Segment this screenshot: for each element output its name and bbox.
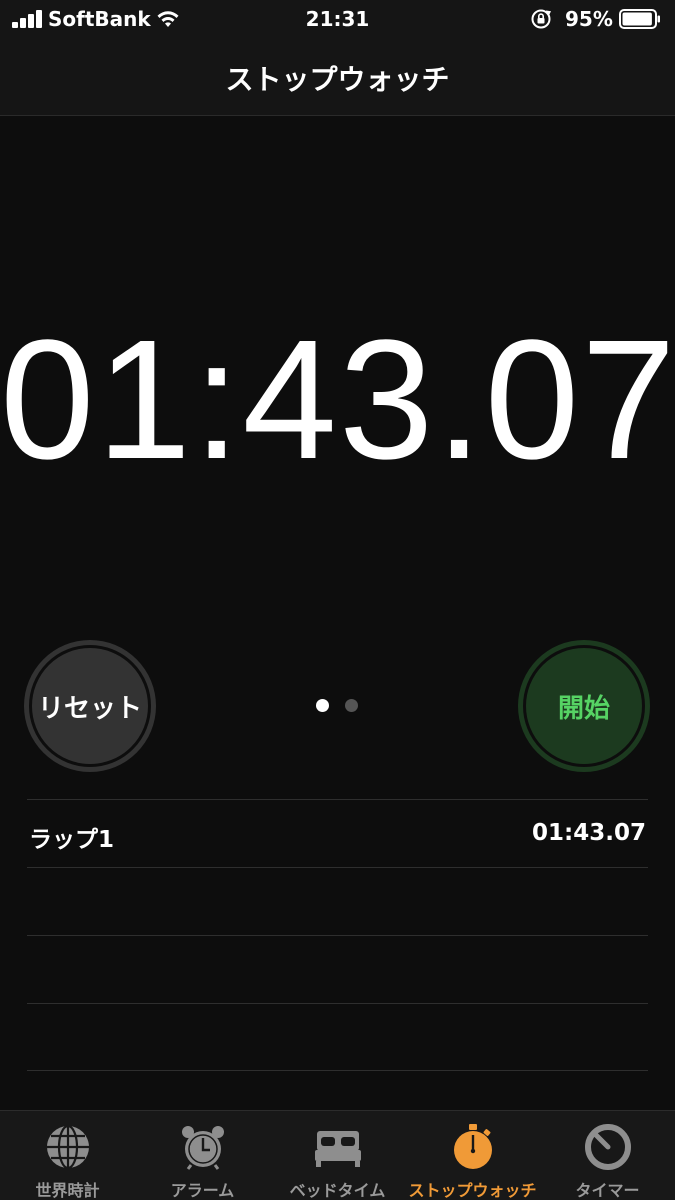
start-button-label: 開始 <box>523 645 645 767</box>
tab-label: アラーム <box>170 1181 235 1200</box>
tab-label: タイマー <box>575 1181 640 1200</box>
alarm-clock-icon <box>182 1126 224 1170</box>
tab-bedtime[interactable]: ベッドタイム <box>270 1111 405 1200</box>
stopwatch-time-display: 01:43.07 <box>0 305 675 495</box>
battery-icon <box>619 9 660 29</box>
tab-label: ベッドタイム <box>289 1181 386 1200</box>
page-dot-active[interactable] <box>316 699 329 712</box>
tab-timer[interactable]: タイマー <box>540 1111 675 1200</box>
rotation-lock-icon <box>531 9 552 29</box>
tab-alarm[interactable]: アラーム <box>135 1111 270 1200</box>
tab-stopwatch[interactable]: ストップウォッチ <box>405 1111 540 1200</box>
empty-lap-row <box>27 1003 648 1071</box>
lap-list[interactable]: ラップ1 01:43.07 <box>27 799 648 1071</box>
battery-percent: 95% <box>565 7 613 31</box>
stopwatch-icon <box>454 1124 492 1169</box>
reset-button[interactable]: リセット <box>24 640 156 772</box>
tab-bar: 世界時計 アラーム ベッドタイム ストップウォッチ タイマー <box>0 1110 675 1200</box>
timer-icon <box>585 1124 631 1170</box>
reset-button-label: リセット <box>29 645 151 767</box>
lap-label: ラップ1 <box>29 827 115 853</box>
start-button[interactable]: 開始 <box>518 640 650 772</box>
globe-icon <box>47 1124 89 1170</box>
status-bar: SoftBank 21:31 95% <box>0 0 675 40</box>
tab-label: 世界時計 <box>35 1181 100 1200</box>
page-indicator[interactable] <box>312 699 362 713</box>
navigation-bar: ストップウォッチ <box>0 40 675 116</box>
lap-time: 01:43.07 <box>532 820 646 846</box>
bed-icon <box>315 1131 361 1167</box>
lap-row: ラップ1 01:43.07 <box>27 799 648 867</box>
tab-world-clock[interactable]: 世界時計 <box>0 1111 135 1200</box>
page-dot-inactive[interactable] <box>345 699 358 712</box>
tab-label: ストップウォッチ <box>408 1181 537 1200</box>
empty-lap-row <box>27 867 648 935</box>
empty-lap-row <box>27 935 648 1003</box>
page-title: ストップウォッチ <box>225 63 450 96</box>
